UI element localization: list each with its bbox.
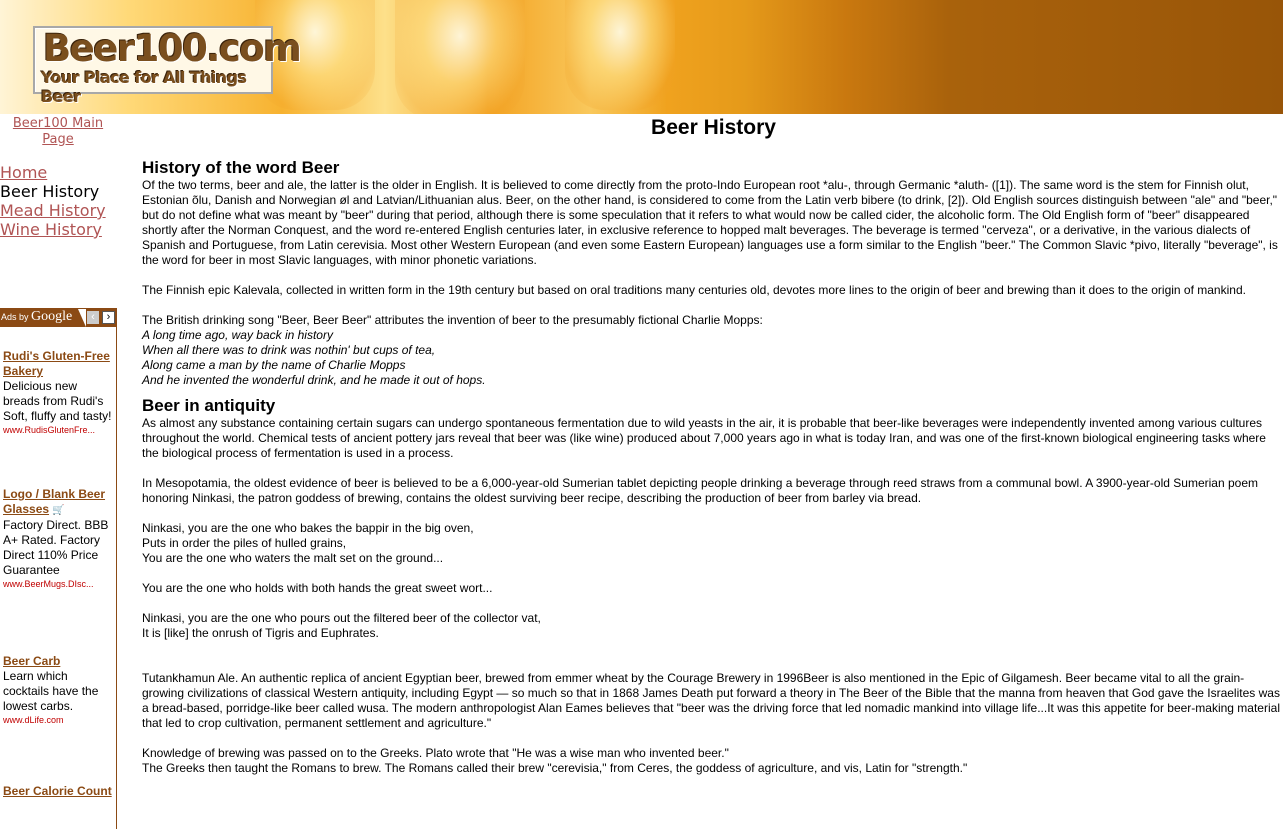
- poem-line: You are the one who waters the malt set …: [142, 551, 444, 565]
- chevron-left-icon[interactable]: ‹: [87, 311, 99, 324]
- ad-title[interactable]: Beer Calorie Count: [3, 784, 113, 799]
- ad-item[interactable]: Rudi's Gluten-Free Bakery Delicious new …: [3, 349, 113, 437]
- section-heading: Beer in antiquity: [142, 396, 276, 415]
- article-content: History of the word Beer Of the two term…: [142, 158, 1282, 776]
- logo-title: Beer100.com: [43, 27, 302, 70]
- paragraph: Of the two terms, beer and ale, the latt…: [142, 178, 1278, 267]
- paragraph: The British drinking song "Beer, Beer Be…: [142, 313, 763, 327]
- main-page-link[interactable]: Beer100 Main Page: [8, 116, 108, 148]
- shopping-cart-icon: 🛒: [52, 505, 65, 516]
- poem-line: Ninkasi, you are the one who bakes the b…: [142, 521, 474, 535]
- site-logo[interactable]: Beer100.com Your Place for All Things Be…: [33, 26, 302, 106]
- section-heading: History of the word Beer: [142, 158, 340, 177]
- nav-item-mead-history[interactable]: Mead History: [0, 201, 106, 220]
- google-ads-panel: Ads by Google ‹ › Rudi's Gluten-Free Bak…: [0, 308, 117, 829]
- ad-title[interactable]: Beer Carb: [3, 654, 113, 669]
- paragraph: Tutankhamun Ale. An authentic replica of…: [142, 671, 1280, 730]
- paragraph: In Mesopotamia, the oldest evidence of b…: [142, 476, 1258, 505]
- song-verse-line: Along came a man by the name of Charlie …: [142, 358, 406, 372]
- ad-url[interactable]: www.BeerMugs.DIsc...: [3, 578, 113, 591]
- page-title: Beer History: [651, 116, 776, 139]
- ad-item[interactable]: Beer Calorie Count: [3, 784, 113, 799]
- paragraph: The Greeks then taught the Romans to bre…: [142, 761, 968, 775]
- song-verse-line: A long time ago, way back in history: [142, 328, 333, 342]
- song-verse-line: And he invented the wonderful drink, and…: [142, 373, 486, 387]
- nav-item-home[interactable]: Home: [0, 163, 47, 182]
- logo-tagline: Your Place for All Things Beer: [41, 68, 247, 106]
- beer-glass-image: [565, 0, 675, 110]
- ad-url[interactable]: www.RudisGlutenFre...: [3, 424, 113, 437]
- ad-body: Delicious new breads from Rudi's Soft, f…: [3, 379, 112, 423]
- beer-glass-image: [395, 0, 525, 114]
- poem-line: You are the one who holds with both hand…: [142, 581, 493, 595]
- paragraph: The Finnish epic Kalevala, collected in …: [142, 283, 1246, 297]
- paragraph: As almost any substance containing certa…: [142, 416, 1266, 460]
- poem-line: Puts in order the piles of hulled grains…: [142, 536, 347, 550]
- nav-item-wine-history[interactable]: Wine History: [0, 220, 102, 239]
- ad-item[interactable]: Logo / Blank Beer Glasses 🛒 Factory Dire…: [3, 487, 113, 591]
- song-verse-line: When all there was to drink was nothin' …: [142, 343, 436, 357]
- poem-line: Ninkasi, you are the one who pours out t…: [142, 611, 541, 625]
- paragraph: Knowledge of brewing was passed on to th…: [142, 746, 729, 760]
- ad-body: Learn which cocktails have the lowest ca…: [3, 669, 99, 713]
- chevron-right-icon[interactable]: ›: [102, 311, 115, 324]
- nav-item-beer-history: Beer History: [0, 182, 100, 201]
- google-logo: Google: [31, 309, 73, 324]
- ad-url[interactable]: www.dLife.com: [3, 714, 113, 727]
- ad-item[interactable]: Beer Carb Learn which cocktails have the…: [3, 654, 113, 727]
- sidebar-nav: Home Beer History Mead History Wine Hist…: [0, 163, 106, 239]
- ads-by-label: Ads by: [1, 312, 29, 322]
- ads-header[interactable]: Ads by Google ‹ ›: [0, 309, 117, 327]
- poem-line: It is [like] the onrush of Tigris and Eu…: [142, 626, 379, 640]
- ad-body: Factory Direct. BBB A+ Rated. Factory Di…: [3, 518, 109, 577]
- header-banner: Beer100.com Your Place for All Things Be…: [0, 0, 1283, 114]
- ads-header-notch: [78, 309, 86, 327]
- ad-title[interactable]: Rudi's Gluten-Free Bakery: [3, 349, 113, 379]
